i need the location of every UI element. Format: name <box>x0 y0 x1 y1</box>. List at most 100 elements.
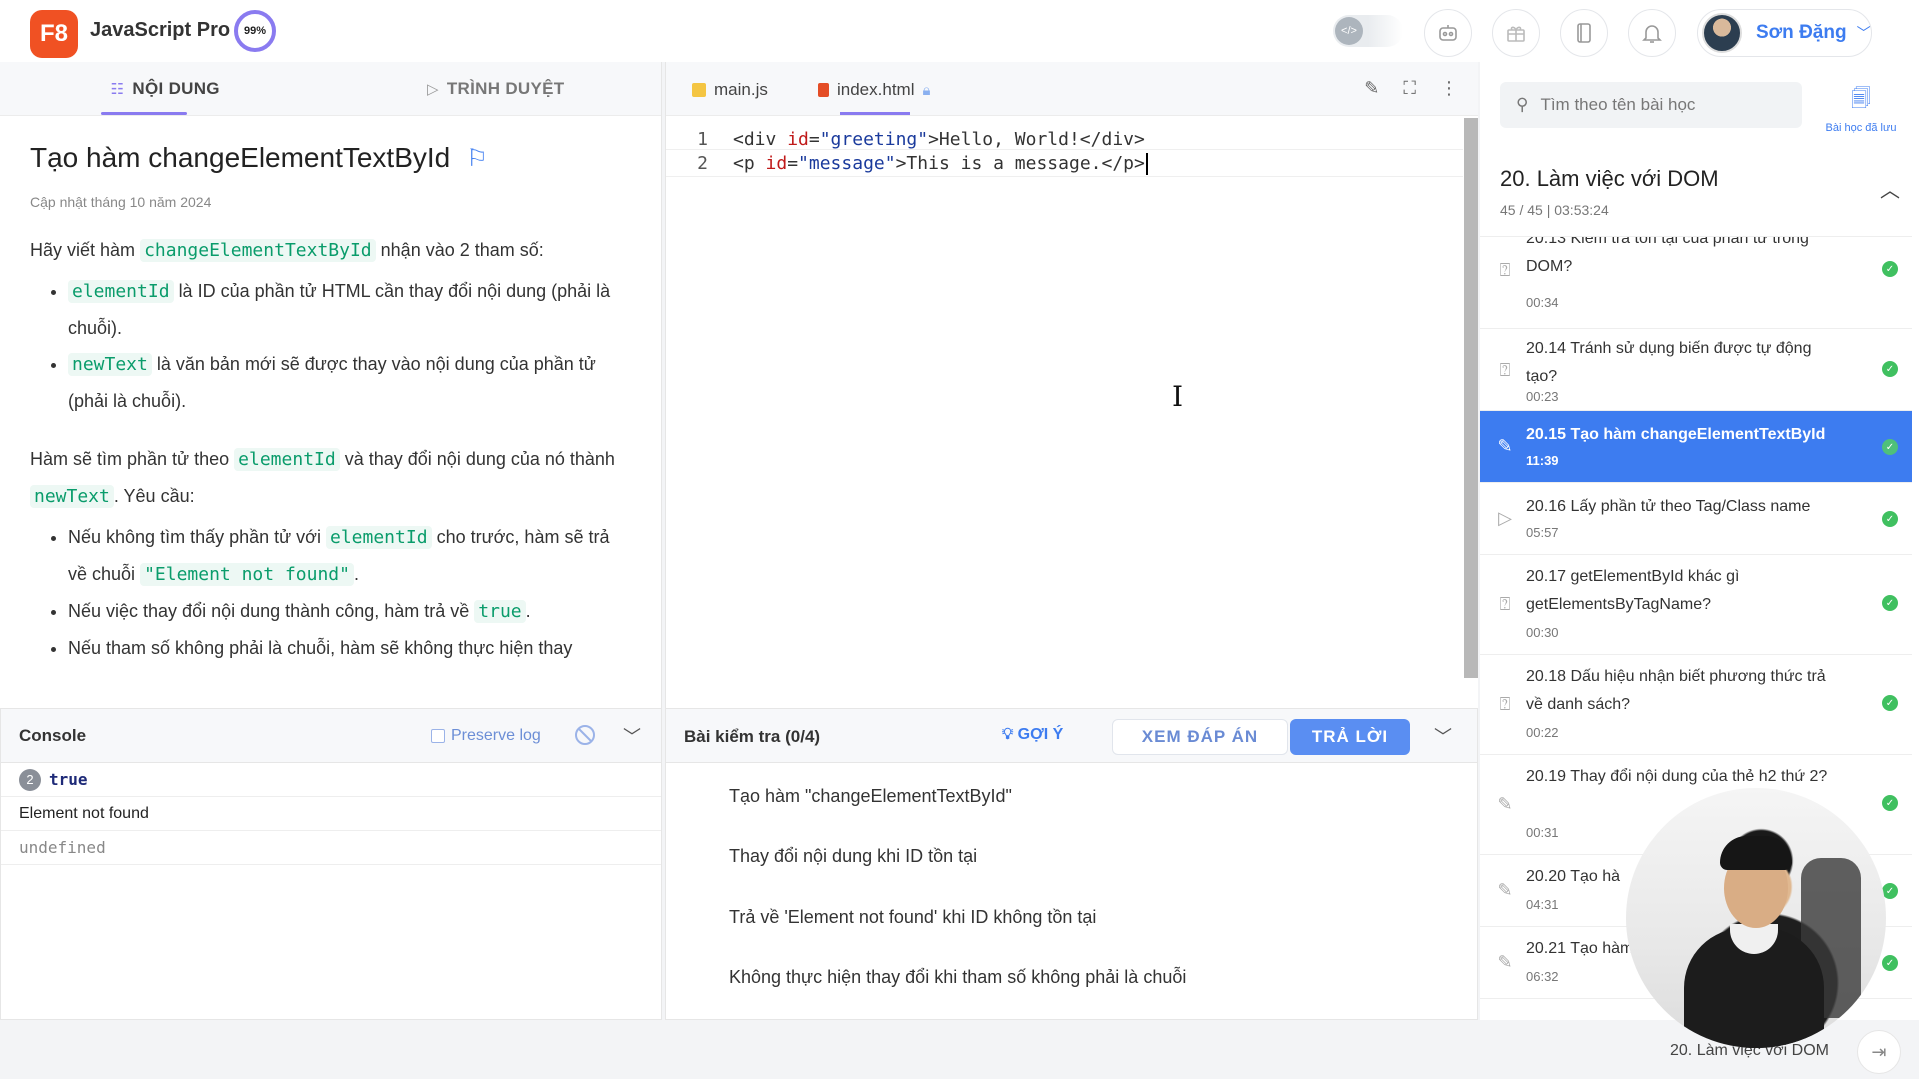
intro-text: Hãy viết hàm <box>30 240 136 260</box>
console-panel: Console Preserve log ﹀ 2 true Element no… <box>0 708 662 1020</box>
lock-icon: 🔒︎ <box>922 81 931 99</box>
list-item: newText là văn bản mới sẽ được thay vào … <box>68 346 631 419</box>
clear-console-icon[interactable] <box>575 725 595 745</box>
check-icon: ✓ <box>1882 795 1898 811</box>
bottom-bar: 20. Làm việc với DOM ⇥ <box>0 1020 1919 1079</box>
notifications-button[interactable] <box>1628 9 1676 57</box>
code-token: = <box>808 129 820 150</box>
chevron-down-icon: ﹀ <box>1856 25 1871 41</box>
active-file-indicator <box>840 112 910 115</box>
desc-text: . Yêu cầu: <box>113 486 195 506</box>
play-icon: ▷ <box>1498 507 1512 528</box>
gift-button[interactable] <box>1492 9 1540 57</box>
intro-paragraph: Hãy viết hàm changeElementTextById nhận … <box>30 232 631 269</box>
desc-text: Hàm sẽ tìm phần tử theo <box>30 449 230 469</box>
hint-button[interactable]: 💡︎ GỢI Ý <box>1002 726 1063 744</box>
quiz-title: Bài kiểm tra (0/4) <box>684 727 821 746</box>
console-log-row: undefined <box>1 831 661 865</box>
console-log-row: 2 true <box>1 763 661 797</box>
lesson-item[interactable]: ⍰ 20.18 Dấu hiệu nhận biết phương thức t… <box>1480 655 1912 755</box>
preserve-log-checkbox[interactable]: Preserve log <box>431 727 541 745</box>
instructor-video[interactable] <box>1626 788 1886 1048</box>
quiz-icon: ⍰ <box>1499 359 1511 380</box>
notes-button[interactable] <box>1560 9 1608 57</box>
bookmark-icon[interactable]: ⚐ <box>466 144 488 173</box>
chapter-title[interactable]: 20. Làm việc với DOM <box>1500 166 1719 192</box>
inline-code: elementId <box>326 526 432 549</box>
fullscreen-icon[interactable]: ⛶ <box>1403 78 1416 99</box>
lesson-title: 20.17 getElementById khác gì getElements… <box>1526 568 1740 613</box>
magic-wand-icon[interactable]: ✎ <box>1364 78 1379 99</box>
lesson-item[interactable]: ⍰ 20.13 Kiểm tra tồn tại của phần tử tro… <box>1480 236 1912 329</box>
scrollbar-thumb[interactable] <box>1464 118 1478 678</box>
bookmark-icon: 🗐 <box>1851 88 1871 110</box>
log-value: Element not found <box>19 804 149 822</box>
check-icon: ✓ <box>1882 695 1898 711</box>
lesson-item[interactable]: ▷ 20.16 Lấy phần tử theo Tag/Class name … <box>1480 483 1912 555</box>
chapter-meta: 45 / 45 | 03:53:24 <box>1500 202 1609 218</box>
quiz-test-item: Tạo hàm "changeElementTextById" <box>729 786 1012 806</box>
tab-index-html[interactable]: index.html 🔒︎ <box>818 80 930 100</box>
chevron-up-icon[interactable]: ︿ <box>1880 174 1900 203</box>
lesson-duration: 05:57 <box>1526 525 1559 540</box>
toggle-sidebar-button[interactable]: ⇥ <box>1857 1030 1901 1074</box>
log-count-badge: 2 <box>19 768 41 791</box>
pencil-icon: ✎ <box>1497 951 1513 972</box>
avatar <box>1702 13 1742 53</box>
lesson-item[interactable]: ⍰ 20.14 Tránh sử dụng biến được tự động … <box>1480 329 1912 411</box>
user-menu-button[interactable]: Sơn Đặng ﹀ <box>1697 9 1872 57</box>
lesson-duration: 00:31 <box>1526 825 1559 840</box>
active-tab-indicator <box>101 112 187 115</box>
search-placeholder: Tìm theo tên bài học <box>1540 95 1696 114</box>
user-name: Sơn Đặng <box>1756 22 1847 43</box>
lesson-title: 20.14 Tránh sử dụng biến được tự động tạ… <box>1526 340 1812 385</box>
list-item: elementId là ID của phần tử HTML cần tha… <box>68 273 631 346</box>
submit-button[interactable]: TRẢ LỜI <box>1290 719 1410 755</box>
req-text: Nếu tham số không phải là chuỗi, hàm sẽ … <box>68 638 573 658</box>
chevron-down-icon[interactable]: ﹀ <box>1434 723 1452 749</box>
js-file-icon <box>692 83 706 97</box>
book-icon <box>1577 23 1591 43</box>
inline-code: newText <box>68 353 152 376</box>
log-value: true <box>49 770 88 789</box>
intro-text-post: nhận vào 2 tham số: <box>380 240 544 260</box>
code-area[interactable]: 1 <div id="greeting">Hello, World!</div>… <box>666 116 1463 708</box>
tab-content[interactable]: ☷ NỘI DUNG <box>0 62 331 116</box>
req-text: Nếu việc thay đổi nội dung thành công, h… <box>68 601 470 621</box>
list-icon: ☷ <box>110 81 125 98</box>
file-tab-label: main.js <box>714 80 768 99</box>
chevron-down-icon[interactable]: ﹀ <box>623 723 641 749</box>
lesson-duration: 00:34 <box>1526 295 1559 310</box>
lesson-title: 20.18 Dấu hiệu nhận biết phương thức trả… <box>1526 668 1826 713</box>
editor-scrollbar[interactable] <box>1464 118 1478 678</box>
requirements-list: Nếu không tìm thấy phần tử với elementId… <box>30 519 631 666</box>
gift-icon <box>1507 26 1525 42</box>
saved-lessons-button[interactable]: 🗐 Bài học đã lưu <box>1817 84 1905 134</box>
lesson-item[interactable]: ⍰ 20.17 getElementById khác gì getElemen… <box>1480 555 1912 655</box>
console-log-row: Element not found <box>1 797 661 831</box>
ai-assistant-button[interactable] <box>1424 9 1472 57</box>
code-mode-toggle[interactable]: </> <box>1333 15 1403 47</box>
pencil-icon: ✎ <box>1497 435 1513 456</box>
f8-logo[interactable]: F8 <box>30 10 78 58</box>
tab-browser[interactable]: ▷ TRÌNH DUYỆT <box>331 62 662 116</box>
arrow-right-bar-icon: ⇥ <box>1871 1041 1887 1062</box>
check-icon: ✓ <box>1882 883 1898 899</box>
quiz-test-item: Không thực hiện thay đổi khi tham số khô… <box>729 967 1187 987</box>
more-options-icon[interactable]: ⋮ <box>1440 78 1458 99</box>
search-input[interactable]: ⚲ Tìm theo tên bài học <box>1500 82 1802 128</box>
lesson-title: 20.13 Kiểm tra tồn tại của phần tử trong… <box>1526 236 1809 275</box>
check-icon: ✓ <box>1882 361 1898 377</box>
tab-content-label: NỘI DUNG <box>132 79 220 98</box>
code-icon: </> <box>1335 17 1363 45</box>
check-icon: ✓ <box>1882 511 1898 527</box>
lesson-item-active[interactable]: ✎ 20.15 Tạo hàm changeElementTextById 11… <box>1480 411 1912 483</box>
inline-code: newText <box>30 485 114 508</box>
code-text: <p id="message">This is a message.</p> <box>733 150 1148 178</box>
quiz-icon: ⍰ <box>1499 259 1511 280</box>
view-answer-button[interactable]: XEM ĐÁP ÁN <box>1112 719 1288 755</box>
text-cursor <box>1145 153 1148 175</box>
quiz-header: Bài kiểm tra (0/4) 💡︎ GỢI Ý XEM ĐÁP ÁN T… <box>666 709 1477 763</box>
tab-main-js[interactable]: main.js <box>692 80 768 100</box>
code-token: "greeting" <box>819 129 929 150</box>
